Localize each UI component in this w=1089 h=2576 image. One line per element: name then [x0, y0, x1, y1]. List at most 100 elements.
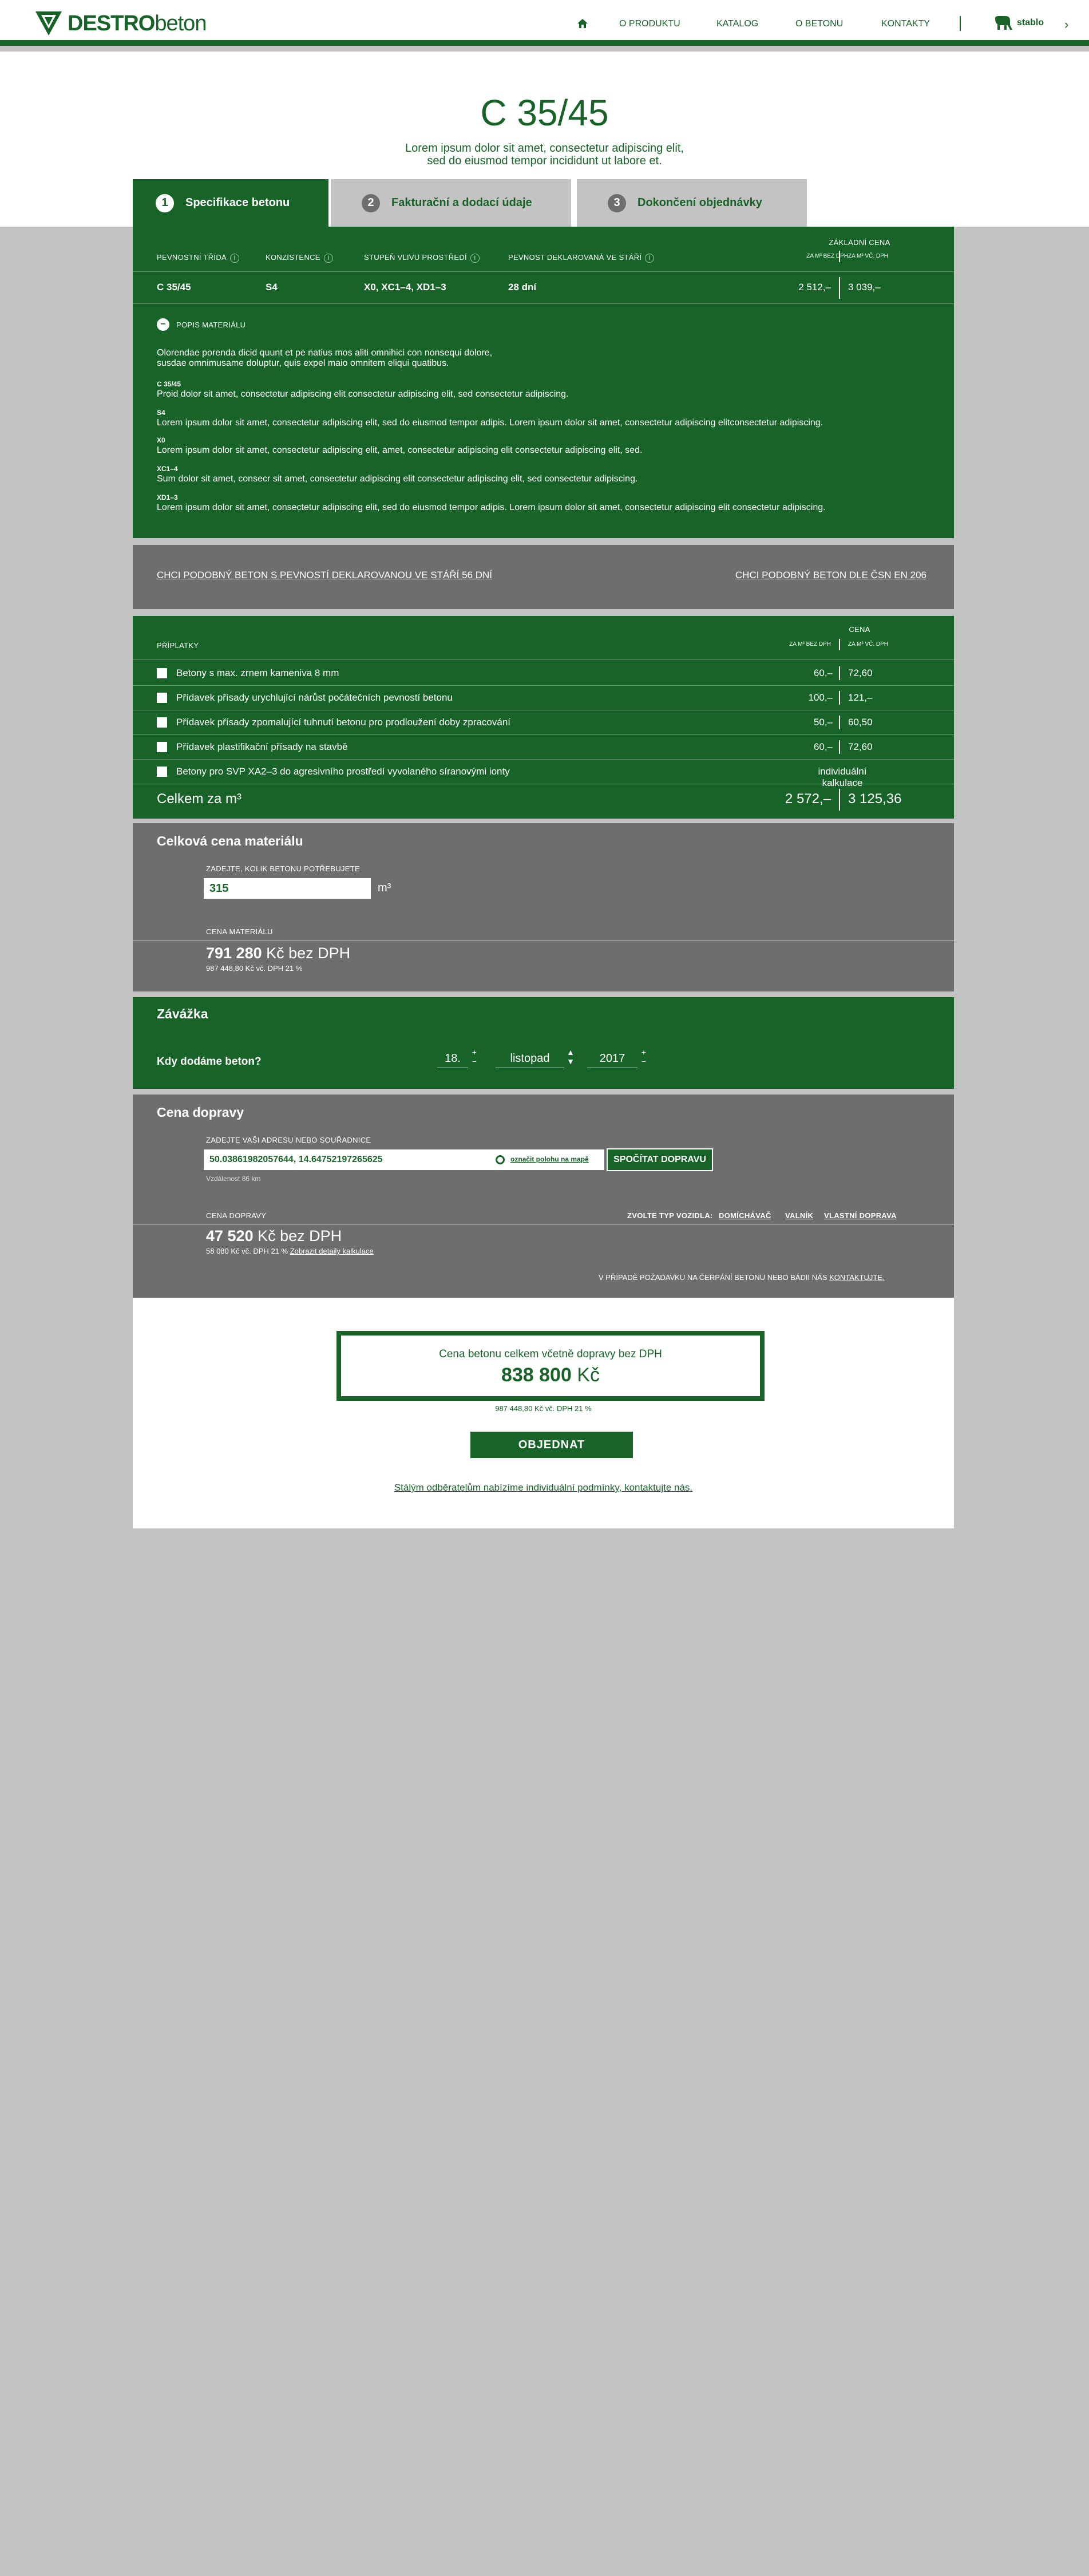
transport-price-suffix: Kč bez DPH — [258, 1227, 342, 1244]
order-button[interactable]: OBJEDNAT — [470, 1432, 633, 1458]
tab-step-1[interactable]: 1 Specifikace betonu — [133, 179, 328, 227]
value-strength-class: C 35/45 — [157, 282, 191, 293]
description-key: S4 — [157, 409, 165, 417]
info-icon[interactable]: i — [323, 253, 333, 263]
vehicle-option-flatbed[interactable]: VALNÍK — [785, 1211, 813, 1220]
partner-name: stablo — [1017, 18, 1044, 27]
extra-price-incl: 72,60 — [848, 667, 873, 678]
extra-checkbox[interactable] — [157, 668, 167, 678]
tab-step-2[interactable]: 2 Fakturační a dodací údaje — [331, 179, 571, 227]
address-input[interactable]: 50.03861982057644, 14.64752197265625 — [209, 1155, 383, 1165]
header-consistency: KONZISTENCE — [266, 253, 320, 262]
year-field[interactable]: 2017 — [587, 1052, 637, 1068]
calculation-detail-link[interactable]: Zobrazit detaily kalkulace — [290, 1247, 374, 1255]
location-icon[interactable] — [496, 1155, 505, 1164]
day-field[interactable]: 18. — [437, 1052, 468, 1068]
base-price-label: ZÁKLADNÍ CENA — [829, 238, 890, 247]
subtitle-line-2: sed do eiusmod tempor incididunt ut labo… — [427, 155, 662, 167]
description-item: XC1–4 Sum dolor sit amet, consecr sit am… — [157, 464, 637, 484]
calculate-transport-button[interactable]: SPOČÍTAT DOPRAVU — [607, 1148, 713, 1171]
extra-price-incl: 60,50 — [848, 717, 873, 728]
year-decrement-icon[interactable]: − — [640, 1057, 648, 1065]
description-item: S4 Lorem ipsum dolor sit amet, consectet… — [157, 408, 823, 428]
nav-katalog[interactable]: KATALOG — [716, 19, 758, 29]
similar-csn-link[interactable]: CHCI PODOBNÝ BETON DLE ČSN EN 206 — [735, 570, 926, 581]
vehicle-option-mixer[interactable]: DOMÍCHÁVAČ — [719, 1211, 771, 1220]
info-icon[interactable]: i — [470, 253, 480, 263]
order-summary: Cena betonu celkem včetně dopravy bez DP… — [133, 1298, 954, 1528]
extras-title: PŘÍPLATKY — [157, 641, 199, 650]
quantity-input[interactable] — [204, 878, 371, 899]
logo[interactable]: DESTRObeton — [34, 9, 207, 38]
step-tabs: 1 Specifikace betonu 2 Fakturační a doda… — [133, 179, 807, 227]
commitment-section: Závážka Kdy dodáme beton? 18. + − listop… — [133, 997, 954, 1089]
description-text: Lorem ipsum dolor sit amet, consectetur … — [157, 445, 643, 455]
pump-note: V PŘÍPADĚ POŽADAVKU NA ČERPÁNÍ BETONU NE… — [599, 1273, 827, 1282]
extra-checkbox[interactable] — [157, 767, 167, 777]
contact-link[interactable]: KONTAKTUJTE. — [829, 1273, 885, 1282]
extra-checkbox[interactable] — [157, 742, 167, 752]
intro-line-1: Olorendae porenda dicid quunt et pe nati… — [157, 348, 493, 358]
price-col-2-label: ZA M³ VČ. DPH — [848, 253, 889, 259]
description-toggle[interactable]: − POPIS MATERIÁLU — [157, 318, 245, 331]
extra-checkbox[interactable] — [157, 717, 167, 728]
extra-price-incl: 72,60 — [848, 741, 873, 752]
home-icon[interactable] — [577, 18, 588, 29]
header-declared-strength: PEVNOST DEKLAROVANÁ VE STÁŘÍ — [508, 253, 642, 262]
quantity-unit: m³ — [378, 882, 391, 894]
info-icon[interactable]: i — [230, 253, 240, 263]
intro-line-2: susdae omnimusame doluptur, quis expel m… — [157, 358, 449, 368]
tab-step-3[interactable]: 3 Dokončení objednávky — [577, 179, 807, 227]
material-price-vat: 987 448,80 Kč vč. DPH 21 % — [206, 964, 303, 973]
chevron-right-icon[interactable]: › — [1064, 17, 1068, 32]
extra-checkbox[interactable] — [157, 693, 167, 703]
transport-price: 47 520 Kč bez DPH — [206, 1227, 342, 1245]
description-key: XD1–3 — [157, 493, 178, 501]
minus-icon: − — [157, 318, 169, 331]
individual-terms-link[interactable]: Stálým odběratelům nabízíme individuální… — [133, 1482, 954, 1494]
extras-total-label: Celkem za m³ — [157, 791, 242, 807]
extras-price-label: CENA — [849, 625, 870, 634]
similar-56-days-link[interactable]: CHCI PODOBNÝ BETON S PEVNOSTÍ DEKLAROVAN… — [157, 570, 492, 581]
nav-o-produktu[interactable]: O PRODUKTU — [619, 19, 680, 29]
spec-section: PEVNOSTNÍ TŘÍDA i KONZISTENCE i STUPEŇ VLI… — [133, 227, 954, 538]
extras-col-1-label: ZA M³ BEZ DPH — [789, 641, 831, 647]
material-title: Celková cena materiálu — [157, 833, 303, 848]
partner-link[interactable]: stablo — [993, 15, 1044, 31]
day-decrement-icon[interactable]: − — [470, 1057, 478, 1065]
commitment-title: Závážka — [157, 1006, 208, 1021]
total-price-number: 838 800 — [501, 1364, 572, 1386]
map-link[interactable]: označit polohu na mapě — [510, 1155, 589, 1163]
vehicle-option-own[interactable]: VLASTNÍ DOPRAVA — [824, 1211, 897, 1220]
day-increment-icon[interactable]: + — [470, 1048, 478, 1056]
extra-row: Přídavek přísady zpomalující tuhnutí bet… — [133, 710, 954, 734]
header-exposure: STUPEŇ VLIVU PROSTŘEDÍ — [364, 253, 467, 262]
base-price-incl-vat: 3 039,– — [848, 282, 881, 293]
description-key: X0 — [157, 436, 165, 444]
total-price-currency: Kč — [577, 1364, 600, 1386]
extra-price-excl: 50,– — [813, 717, 833, 728]
address-label: ZADEJTE VAŠI ADRESU NEBO SOUŘADNICE — [206, 1136, 371, 1144]
step-number: 2 — [362, 193, 380, 212]
transport-section: Cena dopravy ZADEJTE VAŠI ADRESU NEBO SO… — [133, 1095, 954, 1298]
value-declared-strength: 28 dní — [508, 282, 537, 293]
subtitle-line-1: Lorem ipsum dolor sit amet, consectetur … — [405, 142, 684, 155]
nav-o-betonu[interactable]: O BETONU — [795, 19, 843, 29]
year-increment-icon[interactable]: + — [640, 1048, 648, 1056]
month-down-icon[interactable]: ▼ — [567, 1057, 575, 1065]
quantity-label: ZADEJTE, KOLIK BETONU POTŘEBUJETE — [206, 864, 360, 873]
nav-kontakty[interactable]: KONTAKTY — [881, 19, 930, 29]
description-text: Lorem ipsum dolor sit amet, consectetur … — [157, 418, 823, 428]
month-up-icon[interactable]: ▲ — [567, 1048, 575, 1056]
transport-price-vat: 58 080 Kč vč. DPH 21 % — [206, 1247, 288, 1255]
material-price-label: CENA MATERIÁLU — [206, 927, 273, 936]
month-field[interactable]: listopad — [496, 1052, 564, 1068]
header-strength-class: PEVNOSTNÍ TŘÍDA — [157, 253, 227, 262]
material-price: 791 280 Kč bez DPH — [206, 945, 350, 962]
similar-concrete-section: CHCI PODOBNÝ BETON S PEVNOSTÍ DEKLAROVAN… — [133, 545, 954, 609]
info-icon[interactable]: i — [645, 253, 655, 263]
description-item: X0 Lorem ipsum dolor sit amet, consectet… — [157, 435, 642, 456]
extra-label: Přídavek plastifikační přísady na stavbě — [176, 741, 348, 752]
step-label: Dokončení objednávky — [637, 196, 762, 209]
nav-divider — [960, 16, 961, 31]
